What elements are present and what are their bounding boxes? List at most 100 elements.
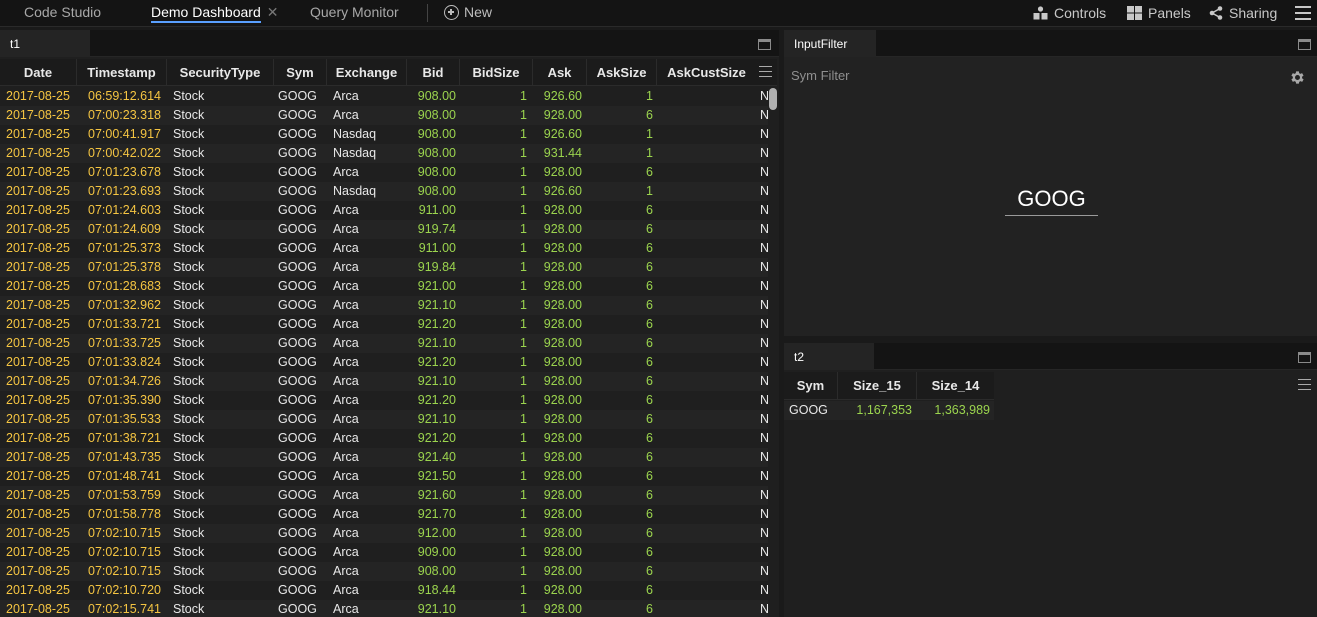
table-row[interactable]: 2017-08-25 07:01:48.741 Stock GOOG Arca 921.5… [0, 467, 768, 486]
cell-askcustsize: N [760, 507, 768, 521]
t1-grid-body: 2017-08-25 06:59:12.614 Stock GOOG Arca 908.0… [0, 87, 768, 617]
cell-date: 2017-08-25 [6, 355, 70, 369]
cell-bidsize: 1 [520, 108, 527, 122]
cell-bidsize: 1 [520, 564, 527, 578]
maximize-icon[interactable] [1298, 39, 1311, 50]
cell-asksize: 1 [646, 184, 653, 198]
table-row[interactable]: 2017-08-25 07:01:34.726 Stock GOOG Arca 921.1… [0, 372, 768, 391]
cell-exchange: Arca [333, 222, 359, 236]
cell-date: 2017-08-25 [6, 222, 70, 236]
col-header-bid[interactable]: Bid [407, 59, 460, 86]
gear-icon[interactable] [1289, 69, 1306, 89]
table-row[interactable]: 2017-08-25 07:01:33.721 Stock GOOG Arca 921.2… [0, 315, 768, 334]
table-row[interactable]: 2017-08-25 07:01:35.533 Stock GOOG Arca 921.1… [0, 410, 768, 429]
cell-bidsize: 1 [520, 260, 527, 274]
col-header-bidsize[interactable]: BidSize [460, 59, 533, 86]
cell-asksize: 6 [646, 279, 653, 293]
sym-filter-input[interactable] [1005, 182, 1098, 216]
table-row[interactable]: 2017-08-25 07:01:25.373 Stock GOOG Arca 911.0… [0, 239, 768, 258]
cell-exchange: Nasdaq [333, 127, 377, 141]
hamburger-menu-icon[interactable] [1295, 6, 1311, 23]
inputfilter-panel-tab[interactable]: InputFilter [784, 30, 876, 57]
maximize-icon[interactable] [758, 39, 771, 50]
vertical-scrollbar[interactable] [769, 88, 777, 110]
cell-timestamp: 07:01:25.373 [88, 241, 161, 255]
table-row[interactable]: GOOG 1,167,353 1,363,989 [784, 401, 994, 420]
col-header-ask[interactable]: Ask [533, 59, 587, 86]
col-header-size-15[interactable]: Size_15 [838, 372, 917, 400]
table-row[interactable]: 2017-08-25 07:01:38.721 Stock GOOG Arca 921.2… [0, 429, 768, 448]
tab-code-studio[interactable]: Code Studio [24, 4, 101, 20]
cell-timestamp: 07:01:28.683 [88, 279, 161, 293]
table-row[interactable]: 2017-08-25 07:02:15.741 Stock GOOG Arca 921.1… [0, 600, 768, 617]
table-row[interactable]: 2017-08-25 07:01:23.678 Stock GOOG Arca 908.0… [0, 163, 768, 182]
col-header-size-14[interactable]: Size_14 [917, 372, 994, 400]
t2-panel-tab[interactable]: t2 [784, 343, 874, 370]
col-header-date[interactable]: Date [0, 59, 77, 86]
col-header-sym[interactable]: Sym [784, 372, 838, 400]
panels-button[interactable]: Panels [1127, 5, 1191, 21]
maximize-icon[interactable] [1298, 352, 1311, 363]
col-header-exchange[interactable]: Exchange [327, 59, 407, 86]
cell-timestamp: 07:01:23.693 [88, 184, 161, 198]
cell-ask: 928.00 [543, 583, 582, 597]
table-row[interactable]: 2017-08-25 07:01:24.603 Stock GOOG Arca 911.0… [0, 201, 768, 220]
plus-circle-icon [444, 4, 459, 20]
cell-bid: 908.00 [417, 165, 456, 179]
cell-timestamp: 07:01:43.735 [88, 450, 161, 464]
cell-sym: GOOG [278, 241, 317, 255]
cell-ask: 926.60 [543, 89, 582, 103]
col-header-securitytype[interactable]: SecurityType [167, 59, 274, 86]
cell-askcustsize: N [760, 298, 768, 312]
controls-button[interactable]: Controls [1033, 5, 1106, 21]
table-row[interactable]: 2017-08-25 07:02:10.715 Stock GOOG Arca 909.0… [0, 543, 768, 562]
table-row[interactable]: 2017-08-25 07:00:42.022 Stock GOOG Nasdaq 908… [0, 144, 768, 163]
cell-sym: GOOG [278, 89, 317, 103]
cell-bidsize: 1 [520, 203, 527, 217]
t1-panel-tab[interactable]: t1 [0, 30, 90, 57]
table-row[interactable]: 2017-08-25 07:02:10.715 Stock GOOG Arca 908.0… [0, 562, 768, 581]
table-row[interactable]: 2017-08-25 06:59:12.614 Stock GOOG Arca 908.0… [0, 87, 768, 106]
cell-bid: 921.50 [417, 469, 456, 483]
table-row[interactable]: 2017-08-25 07:01:53.759 Stock GOOG Arca 921.6… [0, 486, 768, 505]
col-header-askcustsize[interactable]: AskCustSize [657, 59, 756, 86]
cell-securitytype: Stock [173, 545, 205, 559]
table-options-icon[interactable] [759, 66, 772, 77]
table-row[interactable]: 2017-08-25 07:02:10.715 Stock GOOG Arca 912.0… [0, 524, 768, 543]
cell-bid: 908.00 [417, 89, 456, 103]
table-row[interactable]: 2017-08-25 07:01:58.778 Stock GOOG Arca 921.7… [0, 505, 768, 524]
cell-bid: 908.00 [417, 127, 456, 141]
table-row[interactable]: 2017-08-25 07:01:43.735 Stock GOOG Arca 921.4… [0, 448, 768, 467]
tab-demo-dashboard[interactable]: Demo Dashboard ✕ [151, 4, 279, 23]
table-row[interactable]: 2017-08-25 07:01:32.962 Stock GOOG Arca 921.1… [0, 296, 768, 315]
cell-timestamp: 07:01:58.778 [88, 507, 161, 521]
table-row[interactable]: 2017-08-25 07:02:10.720 Stock GOOG Arca 918.4… [0, 581, 768, 600]
table-options-icon[interactable] [1298, 379, 1311, 390]
cell-timestamp: 07:01:35.390 [88, 393, 161, 407]
cell-askcustsize: N [760, 317, 768, 331]
col-header-timestamp[interactable]: Timestamp [77, 59, 167, 86]
table-row[interactable]: 2017-08-25 07:01:35.390 Stock GOOG Arca 921.2… [0, 391, 768, 410]
cell-securitytype: Stock [173, 203, 205, 217]
col-header-sym[interactable]: Sym [274, 59, 327, 86]
table-row[interactable]: 2017-08-25 07:01:25.378 Stock GOOG Arca 919.8… [0, 258, 768, 277]
new-tab-button[interactable]: New [444, 4, 492, 20]
cell-sym: GOOG [278, 602, 317, 616]
cell-sym: GOOG [278, 317, 317, 331]
table-row[interactable]: 2017-08-25 07:00:23.318 Stock GOOG Arca 908.0… [0, 106, 768, 125]
table-row[interactable]: 2017-08-25 07:00:41.917 Stock GOOG Nasdaq 908… [0, 125, 768, 144]
sym-filter-label: Sym Filter [791, 68, 850, 83]
cell-ask: 928.00 [543, 241, 582, 255]
col-header-asksize[interactable]: AskSize [587, 59, 657, 86]
tab-query-monitor[interactable]: Query Monitor [310, 4, 399, 20]
table-row[interactable]: 2017-08-25 07:01:28.683 Stock GOOG Arca 921.0… [0, 277, 768, 296]
table-row[interactable]: 2017-08-25 07:01:33.824 Stock GOOG Arca 921.2… [0, 353, 768, 372]
cell-exchange: Arca [333, 203, 359, 217]
table-row[interactable]: 2017-08-25 07:01:24.609 Stock GOOG Arca 919.7… [0, 220, 768, 239]
cell-asksize: 6 [646, 336, 653, 350]
table-row[interactable]: 2017-08-25 07:01:23.693 Stock GOOG Nasdaq 908… [0, 182, 768, 201]
close-icon[interactable]: ✕ [267, 4, 279, 20]
cell-sym: GOOG [278, 412, 317, 426]
sharing-button[interactable]: Sharing [1209, 5, 1277, 21]
table-row[interactable]: 2017-08-25 07:01:33.725 Stock GOOG Arca 921.1… [0, 334, 768, 353]
